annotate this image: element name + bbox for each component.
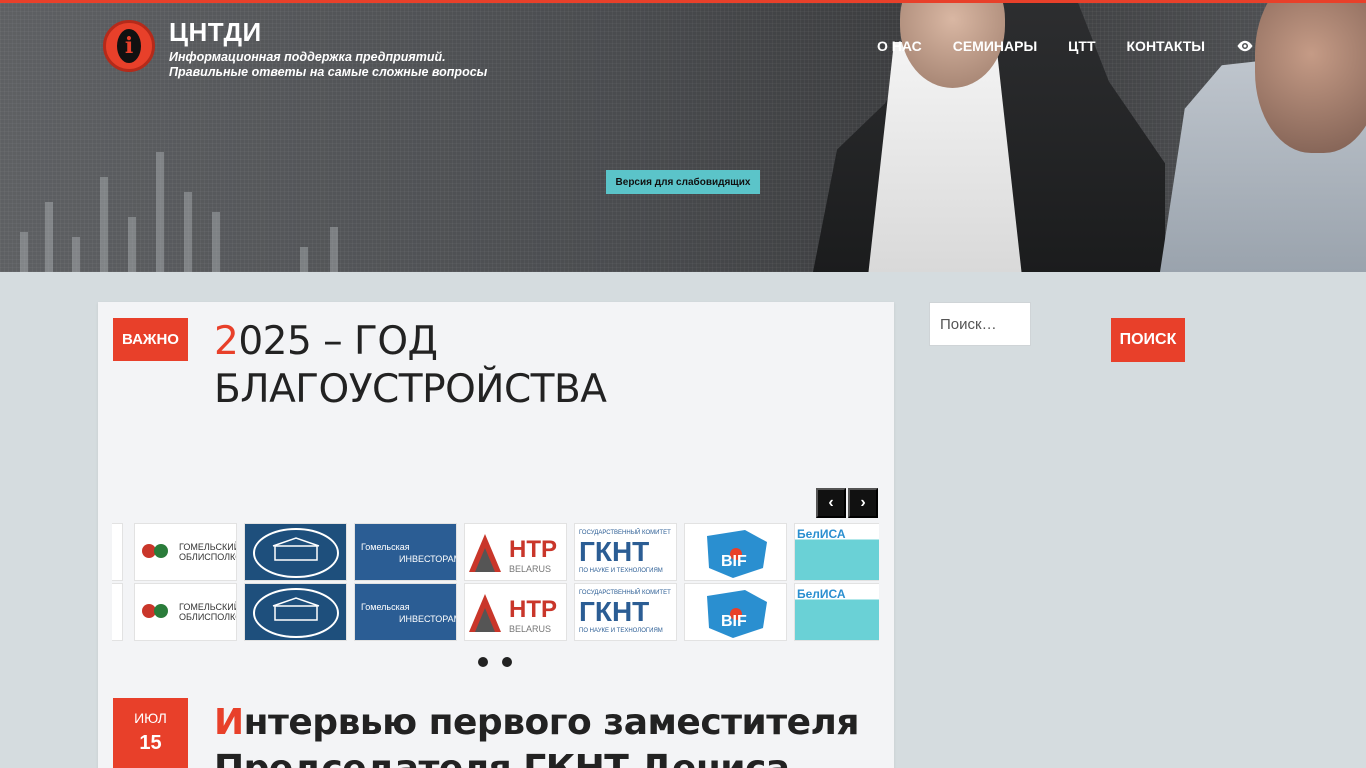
partner-logo-gomel-investors[interactable]: Гомельская ИНВЕСТОРАМ (354, 583, 457, 641)
ntr-cube-icon (469, 534, 501, 572)
carousel-pagination (478, 657, 526, 667)
partner-logo-belisa[interactable]: БелИСА (794, 523, 879, 581)
info-icon: i (117, 29, 141, 63)
partner-logo-ntr-belarus[interactable]: НТР BELARUS (464, 523, 567, 581)
partner-logo-council-of-ministers[interactable] (244, 523, 347, 581)
nav-item-about[interactable]: О НАС (877, 38, 922, 54)
partner-logo-gomel-oblispolkom[interactable]: ГОМЕЛЬСКИЙ ОБЛИСПОЛКОМ (134, 523, 237, 581)
accessibility-version-button[interactable]: Версия для слабовидящих (606, 170, 760, 194)
partner-logo-tile[interactable] (112, 583, 123, 641)
important-badge: ВАЖНО (113, 318, 188, 361)
partner-logo-gomel-investors[interactable]: Гомельская ИНВЕСТОРАМ (354, 523, 457, 581)
partner-logo-gknt[interactable]: ГОСУДАРСТВЕННЫЙ КОМИТЕТ ГКНТ ПО НАУКЕ И … (574, 523, 677, 581)
partner-logo-council-of-ministers[interactable] (244, 583, 347, 641)
site-logo[interactable]: i (103, 20, 155, 72)
site-name[interactable]: ЦНТДИ (169, 17, 262, 48)
main-nav: О НАС СЕМИНАРЫ ЦТТ КОНТАКТЫ (846, 37, 1366, 55)
nav-item-ctt[interactable]: ЦТТ (1068, 38, 1095, 54)
hero-person-man-face (1255, 3, 1366, 153)
carousel-dot[interactable] (502, 657, 512, 667)
post-title[interactable]: Интервью первого заместителя Председател… (214, 700, 874, 768)
partner-logo-tile[interactable] (112, 523, 123, 581)
partner-logo-belisa[interactable]: БелИСА (794, 583, 879, 641)
partner-logo-gomel-oblispolkom[interactable]: ГОМЕЛЬСКИЙ ОБЛИСПОЛКОМ (134, 583, 237, 641)
main-content-card: ВАЖНО 2025 – ГОД БЛАГОУСТРОЙСТВА ‹ › ГОМ… (98, 302, 894, 768)
carousel-next-button[interactable]: › (848, 488, 878, 518)
carousel-dot[interactable] (478, 657, 488, 667)
search-button[interactable]: ПОИСК (1111, 318, 1185, 362)
carousel-prev-button[interactable]: ‹ (816, 488, 846, 518)
post-title[interactable]: 2025 – ГОД БЛАГОУСТРОЙСТВА (214, 318, 754, 414)
partner-logos-row: ГОМЕЛЬСКИЙ ОБЛИСПОЛКОМ Гомельская ИНВЕСТ… (112, 583, 879, 641)
nav-item-contacts[interactable]: КОНТАКТЫ (1127, 38, 1205, 54)
nav-item-seminars[interactable]: СЕМИНАРЫ (953, 38, 1037, 54)
government-building-icon (253, 528, 339, 578)
partner-logo-bif[interactable]: BIF (684, 523, 787, 581)
site-header: i ЦНТДИ Информационная поддержка предпри… (0, 0, 1366, 272)
post-date-month: ИЮЛ (134, 710, 167, 726)
partner-logos-row: ГОМЕЛЬСКИЙ ОБЛИСПОЛКОМ Гомельская ИНВЕСТ… (112, 523, 879, 581)
partner-logo-gknt[interactable]: ГОСУДАРСТВЕННЫЙ КОМИТЕТ ГКНТ ПО НАУКЕ И … (574, 583, 677, 641)
coat-of-arms-icon (142, 544, 168, 558)
eye-icon[interactable] (1236, 37, 1254, 55)
ntr-cube-icon (469, 594, 501, 632)
government-building-icon (253, 588, 339, 638)
post-date-day: 15 (139, 732, 162, 754)
hero-background-chart (0, 72, 560, 272)
search-input[interactable] (929, 302, 1031, 346)
partner-logo-ntr-belarus[interactable]: НТР BELARUS (464, 583, 567, 641)
post-date-badge: ИЮЛ 15 (113, 698, 188, 768)
partner-logo-bif[interactable]: BIF (684, 583, 787, 641)
site-tagline: Информационная поддержка предприятий. Пр… (169, 50, 488, 79)
coat-of-arms-icon (142, 604, 168, 618)
